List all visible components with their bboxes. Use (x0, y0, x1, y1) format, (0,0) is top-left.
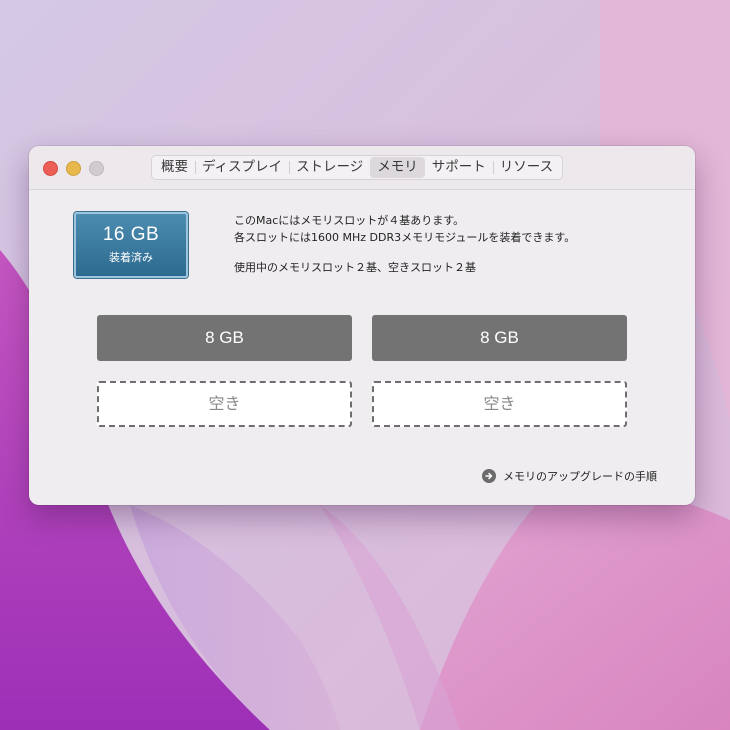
tab-memory[interactable]: メモリ (370, 157, 425, 178)
minimize-button[interactable] (66, 161, 81, 176)
arrow-right-circle-icon (482, 469, 496, 483)
slot-count-text: このMacにはメモリスロットが４基あります。 (234, 214, 465, 227)
close-button[interactable] (43, 161, 58, 176)
title-bar: 概要 ディスプレイ ストレージ メモリ サポート リソース (29, 146, 695, 190)
desktop: 概要 ディスプレイ ストレージ メモリ サポート リソース 16 GB 装着済み… (0, 0, 730, 730)
module-spec-text: 各スロットには1600 MHz DDR3メモリモジュールを装着できます。 (234, 231, 576, 244)
memory-slot-2: 8 GB (372, 315, 627, 361)
memory-slot-1: 8 GB (97, 315, 352, 361)
upgrade-link-label: メモリのアップグレードの手順 (503, 470, 657, 483)
memory-slot-3: 空き (97, 381, 352, 427)
installed-memory-size: 16 GB (102, 224, 160, 245)
tab-resources[interactable]: リソース (492, 157, 560, 178)
zoom-button[interactable] (89, 161, 104, 176)
tab-displays[interactable]: ディスプレイ (195, 157, 289, 178)
memory-info: このMacにはメモリスロットが４基あります。 各スロットには1600 MHz D… (234, 212, 674, 276)
installed-label: 装着済み (109, 251, 153, 264)
tab-support[interactable]: サポート (425, 157, 493, 178)
slot-usage-text: 使用中のメモリスロット２基、空きスロット２基 (234, 261, 476, 274)
tab-bar: 概要 ディスプレイ ストレージ メモリ サポート リソース (151, 155, 564, 180)
tab-overview[interactable]: 概要 (154, 157, 195, 178)
tab-storage[interactable]: ストレージ (289, 157, 370, 178)
about-this-mac-window: 概要 ディスプレイ ストレージ メモリ サポート リソース 16 GB 装着済み… (29, 146, 695, 505)
memory-slot-4: 空き (372, 381, 627, 427)
memory-upgrade-link[interactable]: メモリのアップグレードの手順 (482, 468, 657, 484)
memory-installed-badge: 16 GB 装着済み (74, 212, 188, 278)
